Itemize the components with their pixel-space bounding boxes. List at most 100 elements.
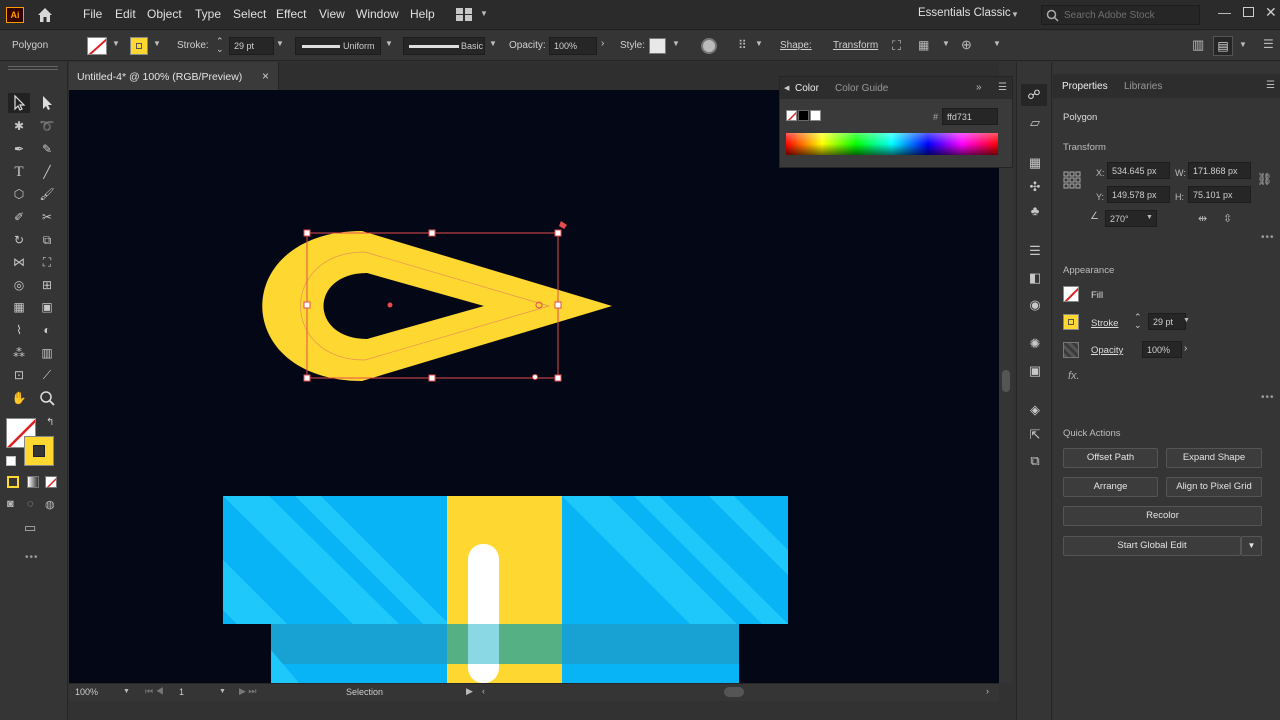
more-options-icon[interactable]: ••• [1261,232,1275,243]
menu-window[interactable]: Window [356,7,399,21]
stroke-panel-icon[interactable]: ☰ [1026,242,1044,260]
gradient-tool-icon[interactable]: ▣ [36,297,58,317]
eyedropper-tool-icon[interactable]: ⌇ [8,320,30,340]
more-options-icon[interactable]: ••• [1261,392,1275,403]
chevron-down-icon[interactable]: ▼ [112,39,120,48]
pen-tool-icon[interactable]: ✒ [8,139,30,159]
scroll-left-icon[interactable]: ‹ [482,686,485,696]
tab-color-guide[interactable]: Color Guide [835,83,888,94]
layers-icon[interactable]: ◈ [1026,401,1044,419]
swap-fill-stroke-icon[interactable]: ↰ [46,417,54,428]
chevron-down-icon[interactable]: ▼ [942,39,950,48]
expand-shape-button[interactable]: Expand Shape [1166,448,1262,468]
line-tool-icon[interactable]: ╱ [36,162,58,182]
artboards-icon[interactable]: ⧉ [1026,452,1044,470]
chevron-down-icon[interactable]: ▼ [1183,317,1190,324]
blend-tool-icon[interactable]: ◐ [36,320,58,340]
width-tool-icon[interactable]: ⋈ [8,252,30,272]
first-artboard-icon[interactable]: ⏮ ◀ [145,686,164,697]
canvas[interactable] [69,90,999,683]
symbols-icon[interactable]: ♣ [1026,202,1044,220]
panel-menu-icon[interactable]: ☰ [1266,80,1275,91]
edit-toolbar-icon[interactable]: ••• [25,552,39,563]
shape-builder-tool-icon[interactable]: ◎ [8,275,30,295]
draw-behind-icon[interactable]: ◌ [27,498,34,510]
document-info-icon[interactable]: ▱ [1026,114,1044,132]
default-fill-stroke-icon[interactable] [6,456,16,466]
edit-contents-icon[interactable]: ▦ [918,38,929,52]
shaper-tool-icon[interactable]: ✐ [8,207,30,227]
chevron-down-icon[interactable]: ▼ [1011,10,1019,19]
chevron-down-icon[interactable]: ▼ [385,39,393,48]
polygon-tool-icon[interactable]: ⬡ [8,184,30,204]
column-graph-tool-icon[interactable]: ▥ [36,343,58,363]
flip-vertical-icon[interactable]: ⇳ [1223,212,1232,225]
align-icon[interactable]: ⠿ [738,38,747,52]
chevron-down-icon[interactable]: ▼ [123,688,130,695]
color-spectrum[interactable] [786,133,998,155]
color-mode-icon[interactable] [7,476,19,488]
menu-effect[interactable]: Effect [276,7,306,21]
chevron-right-icon[interactable]: › [601,38,604,49]
tab-color[interactable]: Color [795,83,819,94]
close-tab-icon[interactable]: × [262,69,269,83]
toolbox-grip[interactable] [8,66,58,70]
stock-search-input[interactable]: Search Adobe Stock [1041,5,1200,25]
menu-view[interactable]: View [319,7,345,21]
transform-link[interactable]: Transform [833,40,878,51]
perspective-grid-tool-icon[interactable]: ⊞ [36,275,58,295]
home-icon[interactable] [36,6,54,24]
global-edit-options-button[interactable]: ▼ [1241,536,1262,556]
type-tool-icon[interactable]: T [8,162,30,182]
shape-link[interactable]: Shape: [780,40,812,51]
transparency-icon[interactable]: ◉ [1026,296,1044,314]
menu-type[interactable]: Type [195,7,221,21]
opacity-field[interactable]: 100% [1142,341,1182,358]
curvature-tool-icon[interactable]: ✎ [36,139,58,159]
vertical-scrollbar[interactable] [999,90,1013,683]
gradient-mode-icon[interactable] [27,476,39,488]
stroke-link[interactable]: Stroke [1091,318,1118,329]
variable-width-profile-select[interactable]: Uniform [295,37,381,55]
artboard-tool-icon[interactable]: ⊡ [8,365,30,385]
direct-selection-tool-icon[interactable] [36,93,58,113]
paintbrush-tool-icon[interactable]: 🖌 [36,184,58,204]
swatches-icon[interactable]: ▦ [1026,154,1044,172]
menu-icon[interactable]: ☰ [1263,37,1274,51]
none-mode-icon[interactable] [45,476,57,488]
fill-swatch[interactable] [1063,286,1079,302]
chevron-down-icon[interactable]: ▼ [276,39,284,48]
selection-tool-icon[interactable] [8,93,30,113]
stroke-weight-field[interactable]: 29 pt [229,37,274,55]
tab-libraries[interactable]: Libraries [1124,81,1162,92]
y-field[interactable]: 149.578 px [1107,186,1170,203]
slice-tool-icon[interactable]: ⟋ [36,365,58,385]
recolor-button[interactable]: Recolor [1063,506,1262,526]
chevron-down-icon[interactable]: ▼ [480,9,488,18]
zoom-tool-icon[interactable] [36,388,58,408]
chevron-right-icon[interactable]: › [1184,343,1187,354]
arrange-button[interactable]: Arrange [1063,477,1158,497]
minimize-icon[interactable]: — [1218,5,1231,20]
scale-tool-icon[interactable]: ⧉ [36,230,58,250]
chevron-down-icon[interactable]: ▼ [993,39,1001,48]
free-transform-tool-icon[interactable]: ⛶ [36,252,58,272]
x-field[interactable]: 534.645 px [1107,162,1170,179]
export-icon[interactable]: ⇱ [1026,426,1044,444]
mesh-tool-icon[interactable]: ▦ [8,297,30,317]
draw-normal-icon[interactable]: ◙ [7,498,14,510]
lasso-tool-icon[interactable]: ➰ [36,116,58,136]
collapse-icon[interactable]: ◀ [784,84,789,92]
stepper-icon[interactable]: ⌃ ⌄ [216,37,224,54]
zoom-level[interactable]: 100% [75,687,98,697]
gradient-panel-icon[interactable]: ◧ [1026,269,1044,287]
symbol-sprayer-tool-icon[interactable]: ⁂ [8,343,30,363]
draw-inside-icon[interactable]: ◍ [45,498,55,511]
reference-point-icon[interactable] [1063,171,1081,189]
menu-edit[interactable]: Edit [115,7,136,21]
magic-wand-tool-icon[interactable]: ✱ [8,116,30,136]
arrange-documents-icon[interactable] [456,8,472,21]
effects-icon[interactable]: fx. [1068,370,1080,382]
h-field[interactable]: 75.101 px [1188,186,1251,203]
flip-horizontal-icon[interactable]: ⇹ [1198,212,1207,225]
